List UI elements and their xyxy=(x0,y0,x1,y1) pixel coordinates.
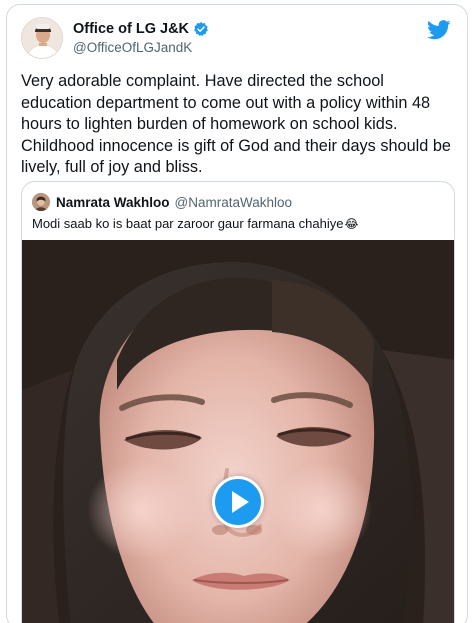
video-thumbnail xyxy=(22,240,454,623)
twitter-bird-icon[interactable] xyxy=(427,19,451,41)
author-avatar[interactable] xyxy=(21,17,63,59)
author-name-row: Office of LG J&K xyxy=(73,20,209,38)
tweet-header: Office of LG J&K @OfficeOfLGJandK xyxy=(21,17,451,61)
quoted-tweet[interactable]: Namrata Wakhloo @NamrataWakhloo Modi saa… xyxy=(21,181,455,623)
quoted-tweet-header: Namrata Wakhloo @NamrataWakhloo xyxy=(32,192,292,212)
quoted-author-name[interactable]: Namrata Wakhloo xyxy=(56,195,170,210)
tweet-text: Very adorable complaint. Have directed t… xyxy=(21,72,451,176)
author-name[interactable]: Office of LG J&K xyxy=(73,21,189,37)
video-player[interactable] xyxy=(22,240,454,623)
verified-badge-icon xyxy=(193,21,209,37)
tweet-card[interactable]: Office of LG J&K @OfficeOfLGJandK Very a… xyxy=(6,4,468,623)
author-block: Office of LG J&K @OfficeOfLGJandK xyxy=(73,20,209,55)
laughing-emoji: 😂 xyxy=(344,217,359,231)
quoted-tweet-text: Modi saab ko is baat par zaroor gaur far… xyxy=(32,215,442,233)
avatar-image xyxy=(22,18,62,58)
play-button[interactable] xyxy=(212,476,264,528)
quoted-author-handle[interactable]: @NamrataWakhloo xyxy=(175,195,293,210)
author-handle[interactable]: @OfficeOfLGJandK xyxy=(73,40,209,55)
quoted-tweet-body: Modi saab ko is baat par zaroor gaur far… xyxy=(32,216,344,231)
play-icon xyxy=(232,491,249,513)
quoted-author-avatar[interactable] xyxy=(32,193,50,211)
